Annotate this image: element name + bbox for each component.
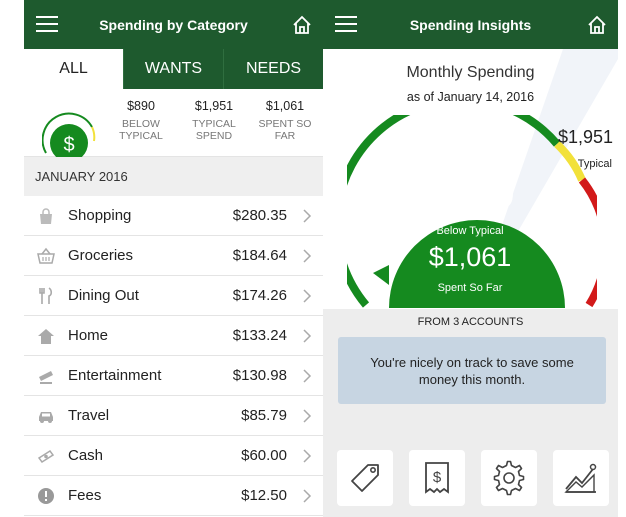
category-amount: $174.26	[232, 287, 287, 304]
svg-text:$: $	[433, 469, 442, 486]
insight-message: You're nicely on track to save some mone…	[338, 337, 606, 404]
category-name: Shopping	[68, 207, 132, 224]
monthly-spending-title: Monthly Spending	[406, 64, 535, 81]
category-name: Entertainment	[68, 367, 162, 384]
spent-so-far-value: $1,061	[265, 99, 305, 113]
tab-wants[interactable]: WANTS	[123, 49, 223, 89]
as-of-date: as of January 14, 2016	[406, 90, 535, 104]
category-amount: $184.64	[232, 247, 287, 264]
spending-summary: $ $890 BELOW TYPICAL $1,951 TYPICAL SPEN…	[24, 89, 323, 157]
accounts-count: FROM 3 ACCOUNTS	[417, 316, 524, 328]
category-name: Dining Out	[68, 287, 139, 304]
page-title: Spending by Category	[99, 16, 248, 33]
spent-so-far-label: Spent So Far	[437, 282, 503, 294]
dollar-badge: $	[63, 134, 74, 156]
category-list: Shopping $280.35 Groceries $184.64 Dinin…	[24, 196, 323, 516]
below-typical-label: BELOW TYPICAL	[119, 118, 163, 142]
bills-button[interactable]: $	[409, 450, 465, 506]
home-icon[interactable]	[291, 14, 313, 36]
receipt-icon: $	[425, 462, 449, 494]
chevron-right-icon	[303, 448, 312, 463]
chevron-right-icon	[303, 408, 312, 423]
chevron-right-icon	[303, 208, 312, 223]
chevron-right-icon	[303, 328, 312, 343]
tab-all[interactable]: ALL	[24, 49, 123, 89]
chevron-right-icon	[303, 288, 312, 303]
category-row-shopping[interactable]: Shopping $280.35	[24, 196, 323, 236]
alert-icon	[38, 487, 54, 504]
trend-chart-icon	[564, 463, 597, 493]
chevron-right-icon	[303, 488, 312, 503]
price-tag-icon	[351, 464, 379, 492]
category-name: Groceries	[68, 247, 134, 264]
tags-button[interactable]	[337, 450, 393, 506]
home-icon[interactable]	[586, 14, 608, 36]
typical-value: $1,951	[557, 127, 613, 147]
tab-needs[interactable]: NEEDS	[223, 49, 323, 89]
ticket-icon	[39, 370, 53, 384]
chevron-right-icon	[303, 368, 312, 383]
trends-button[interactable]	[553, 450, 609, 506]
page-title: Spending Insights	[409, 16, 532, 33]
spending-insights-panel: Spending Insights Monthly Spending as of…	[323, 0, 618, 517]
spent-so-far-summary: $1,061 SPENT SO FAR	[254, 99, 316, 142]
cash-icon	[37, 449, 55, 463]
category-row-groceries[interactable]: Groceries $184.64	[24, 236, 323, 276]
house-icon	[38, 328, 54, 344]
category-amount: $130.98	[232, 367, 287, 384]
spent-so-far-amount: $1,061	[428, 242, 512, 272]
fork-knife-icon	[39, 286, 53, 304]
below-typical-label: Below Typical	[436, 225, 504, 237]
typical-label: Typical	[577, 158, 612, 170]
category-amount: $280.35	[232, 207, 287, 224]
spending-by-category-panel: Spending by Category ALL WANTS NEEDS $ $…	[24, 0, 323, 517]
settings-button[interactable]	[481, 450, 537, 506]
category-row-dining-out[interactable]: Dining Out $174.26	[24, 276, 323, 316]
month-header: JANUARY 2016	[24, 157, 323, 196]
category-amount: $60.00	[241, 447, 287, 464]
category-name: Home	[68, 327, 109, 344]
below-typical-summary: $890 BELOW TYPICAL	[110, 99, 172, 142]
category-row-home[interactable]: Home $133.24	[24, 316, 323, 356]
category-amount: $12.50	[241, 487, 287, 504]
below-typical-amount: $890	[425, 172, 515, 216]
typical-spend-label: TYPICAL SPEND	[192, 118, 236, 142]
spent-so-far-label: SPENT SO FAR	[258, 118, 312, 142]
basket-icon	[37, 247, 55, 264]
category-name: Travel	[68, 407, 110, 424]
category-amount: $133.24	[232, 327, 287, 344]
category-row-entertainment[interactable]: Entertainment $130.98	[24, 356, 323, 396]
category-row-fees[interactable]: Fees $12.50	[24, 476, 323, 516]
right-header: Spending Insights	[323, 0, 618, 49]
car-icon	[39, 411, 53, 423]
shopping-bag-icon	[40, 207, 52, 224]
left-header: Spending by Category	[24, 0, 323, 49]
typical-spend-summary: $1,951 TYPICAL SPEND	[183, 99, 245, 142]
below-typical-value: $890	[127, 99, 155, 113]
settings-gear-icon	[493, 460, 525, 496]
chevron-right-icon	[303, 248, 312, 263]
category-name: Fees	[68, 487, 102, 504]
category-row-cash[interactable]: Cash $60.00	[24, 436, 323, 476]
mini-gauge-icon: $	[42, 112, 96, 157]
category-name: Cash	[68, 447, 104, 464]
category-amount: $85.79	[241, 407, 287, 424]
category-tabs: ALL WANTS NEEDS	[24, 49, 323, 89]
typical-spend-value: $1,951	[194, 99, 234, 113]
category-row-travel[interactable]: Travel $85.79	[24, 396, 323, 436]
